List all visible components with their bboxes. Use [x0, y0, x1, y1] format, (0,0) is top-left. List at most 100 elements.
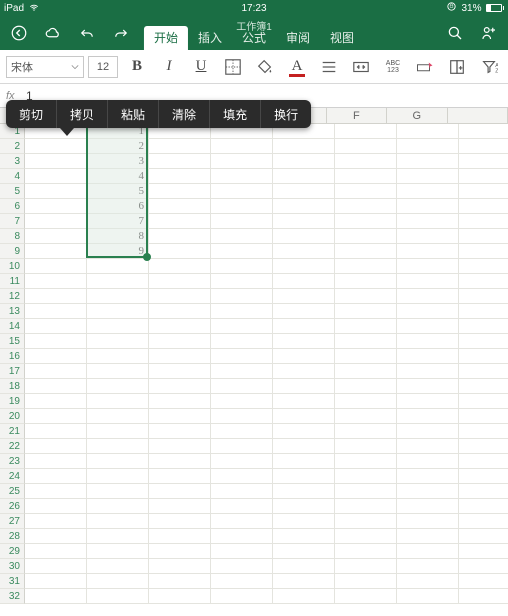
cell[interactable] — [397, 559, 459, 574]
cell[interactable] — [335, 364, 397, 379]
cell[interactable] — [397, 244, 459, 259]
cell[interactable] — [397, 184, 459, 199]
cell[interactable] — [149, 139, 211, 154]
row-header[interactable]: 23 — [0, 454, 25, 469]
cell[interactable] — [211, 484, 273, 499]
row-header[interactable]: 3 — [0, 154, 25, 169]
cell[interactable] — [149, 409, 211, 424]
cell[interactable] — [459, 454, 508, 469]
cell[interactable] — [149, 289, 211, 304]
cell[interactable] — [397, 364, 459, 379]
cell[interactable] — [397, 259, 459, 274]
cell[interactable]: 9 — [87, 244, 149, 259]
cell[interactable] — [149, 574, 211, 589]
row-header[interactable]: 14 — [0, 319, 25, 334]
cell[interactable] — [87, 499, 149, 514]
cell[interactable] — [335, 499, 397, 514]
cell[interactable] — [397, 229, 459, 244]
cell[interactable] — [397, 289, 459, 304]
cell[interactable] — [211, 469, 273, 484]
row-header[interactable]: 29 — [0, 544, 25, 559]
cell[interactable] — [211, 499, 273, 514]
cell[interactable] — [335, 304, 397, 319]
cell[interactable] — [459, 199, 508, 214]
cell[interactable] — [273, 424, 335, 439]
cell[interactable] — [149, 499, 211, 514]
cell[interactable] — [397, 469, 459, 484]
row-header[interactable]: 20 — [0, 409, 25, 424]
cloud-save-icon[interactable] — [44, 24, 62, 42]
row-header[interactable]: 21 — [0, 424, 25, 439]
cell[interactable] — [459, 559, 508, 574]
cell[interactable] — [149, 199, 211, 214]
context-menu-item-0[interactable]: 剪切 — [6, 100, 57, 128]
cell[interactable] — [335, 379, 397, 394]
cell[interactable] — [149, 484, 211, 499]
cell[interactable] — [459, 529, 508, 544]
cell[interactable] — [87, 484, 149, 499]
cell[interactable] — [335, 169, 397, 184]
back-icon[interactable] — [10, 24, 28, 42]
cell[interactable] — [25, 424, 87, 439]
cell[interactable]: 3 — [87, 154, 149, 169]
cell[interactable] — [87, 469, 149, 484]
cell[interactable] — [87, 574, 149, 589]
cell[interactable] — [87, 544, 149, 559]
cell[interactable] — [25, 484, 87, 499]
cell[interactable] — [335, 574, 397, 589]
cell[interactable] — [273, 139, 335, 154]
cell[interactable] — [335, 334, 397, 349]
cell[interactable] — [149, 379, 211, 394]
cell[interactable] — [149, 439, 211, 454]
cell[interactable] — [397, 124, 459, 139]
context-menu-item-3[interactable]: 清除 — [159, 100, 210, 128]
cell[interactable] — [25, 469, 87, 484]
cell[interactable] — [149, 274, 211, 289]
cell[interactable] — [397, 319, 459, 334]
cell[interactable] — [335, 424, 397, 439]
row-header[interactable]: 24 — [0, 469, 25, 484]
cell[interactable] — [335, 154, 397, 169]
cell[interactable] — [459, 289, 508, 304]
cell[interactable] — [211, 244, 273, 259]
font-size-select[interactable]: 12 — [88, 56, 118, 78]
row-header[interactable]: 13 — [0, 304, 25, 319]
cell[interactable] — [25, 439, 87, 454]
italic-button[interactable]: I — [156, 54, 182, 80]
cell[interactable] — [335, 439, 397, 454]
cell[interactable] — [273, 364, 335, 379]
cell[interactable] — [211, 184, 273, 199]
cell[interactable] — [273, 454, 335, 469]
row-header[interactable]: 30 — [0, 559, 25, 574]
cell[interactable] — [25, 394, 87, 409]
sort-filter-button[interactable]: AZ — [476, 54, 502, 80]
cell[interactable] — [397, 574, 459, 589]
row-header[interactable]: 26 — [0, 499, 25, 514]
row-header[interactable]: 28 — [0, 529, 25, 544]
cell[interactable] — [25, 184, 87, 199]
row-header[interactable]: 19 — [0, 394, 25, 409]
undo-icon[interactable] — [78, 24, 96, 42]
cell[interactable] — [459, 364, 508, 379]
cell[interactable] — [273, 154, 335, 169]
row-header[interactable]: 25 — [0, 484, 25, 499]
ribbon-tab-0[interactable]: 开始 — [144, 26, 188, 50]
cell[interactable]: 7 — [87, 214, 149, 229]
row-header[interactable]: 4 — [0, 169, 25, 184]
cell[interactable] — [273, 274, 335, 289]
cell[interactable] — [211, 199, 273, 214]
cell[interactable] — [149, 469, 211, 484]
cell[interactable] — [25, 319, 87, 334]
cell[interactable] — [149, 214, 211, 229]
cell[interactable] — [87, 364, 149, 379]
cell[interactable] — [149, 334, 211, 349]
cell[interactable] — [25, 364, 87, 379]
fill-color-button[interactable] — [252, 54, 278, 80]
cell[interactable] — [273, 589, 335, 604]
cell[interactable] — [211, 334, 273, 349]
row-header[interactable]: 22 — [0, 439, 25, 454]
cell[interactable] — [335, 589, 397, 604]
cells-area[interactable]: 123456789 — [25, 124, 508, 604]
cell[interactable] — [459, 244, 508, 259]
cell[interactable] — [459, 349, 508, 364]
